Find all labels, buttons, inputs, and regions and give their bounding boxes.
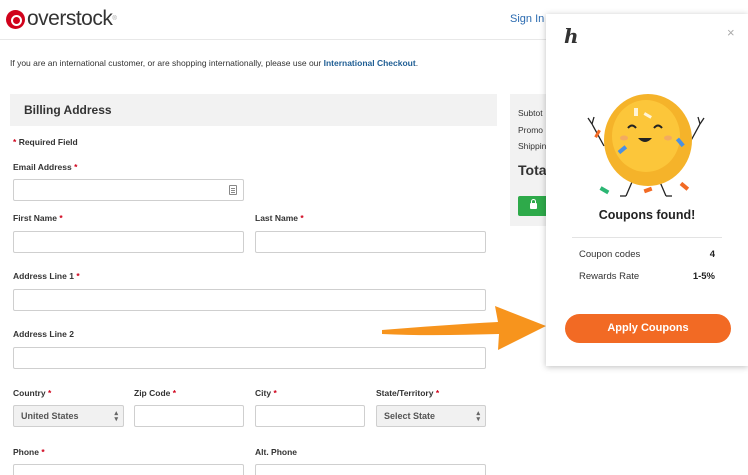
zip-code-field[interactable] [134,405,244,427]
arrow-right-icon [382,306,546,350]
logo-text: overstock [27,7,113,30]
billing-address-title: Billing Address [24,103,112,117]
notice-suffix: . [415,58,419,68]
summary-promo: Promo [518,125,544,135]
state-select[interactable]: Select State ▴ ▾ [376,405,486,427]
select-arrows-icon: ▴ ▾ [114,410,118,423]
order-summary: Subtot Promo Shippin Tota [510,94,550,226]
email-field[interactable] [13,179,244,201]
state-select-value: Select State [384,411,436,421]
first-name-field[interactable] [13,231,244,253]
summary-total: Tota [518,162,547,178]
contact-card-icon[interactable] [229,185,237,195]
address-line-1-label: Address Line 1 * [13,271,80,281]
alt-phone-field[interactable] [255,464,486,475]
coupons-found-heading: Coupons found! [598,208,696,222]
summary-subtotal: Subtot [518,108,543,118]
honey-logo: h [564,24,579,48]
overstock-logo-icon [6,9,25,29]
close-icon[interactable]: × [727,25,735,40]
country-select[interactable]: United States ▴ ▾ [13,405,124,427]
city-field[interactable] [255,405,365,427]
required-field-note: * Required Field [13,137,78,147]
divider [572,237,722,238]
honey-coupon-popup: h × Coupons found! Coupon codes 4 Reward… [546,14,748,366]
notice-text: If you are an international customer, or… [10,58,324,68]
summary-shipping: Shippin [518,141,547,151]
logo-trademark: ® [112,16,117,22]
rewards-rate-label: Rewards Rate [579,271,640,282]
overstock-logo[interactable]: overstock ® [6,8,117,30]
first-name-label: First Name * [13,213,63,223]
zip-code-label: Zip Code * [134,388,177,398]
coupon-codes-label: Coupon codes [579,249,641,260]
last-name-field[interactable] [255,231,486,253]
address-line-2-label: Address Line 2 [13,329,74,339]
billing-address-header: Billing Address [10,94,497,126]
country-select-value: United States [21,411,79,421]
coin-mascot-icon [587,94,705,197]
phone-field[interactable] [13,464,244,475]
alt-phone-label: Alt. Phone [255,447,298,457]
phone-label: Phone * [13,447,45,457]
international-notice: If you are an international customer, or… [10,58,418,68]
apply-coupons-button[interactable]: Apply Coupons [565,314,731,343]
email-label: Email Address * [13,162,78,172]
city-label: City * [255,388,277,398]
rewards-rate-value: 1-5% [692,271,715,282]
last-name-label: Last Name * [255,213,304,223]
lock-icon [530,199,537,209]
country-label: Country * [13,388,52,398]
state-label: State/Territory * [376,388,440,398]
coupon-codes-value: 4 [709,249,715,260]
sign-in-link[interactable]: Sign In [510,13,544,25]
select-arrows-icon: ▴ ▾ [476,410,480,423]
international-checkout-link[interactable]: International Checkout [324,58,416,68]
